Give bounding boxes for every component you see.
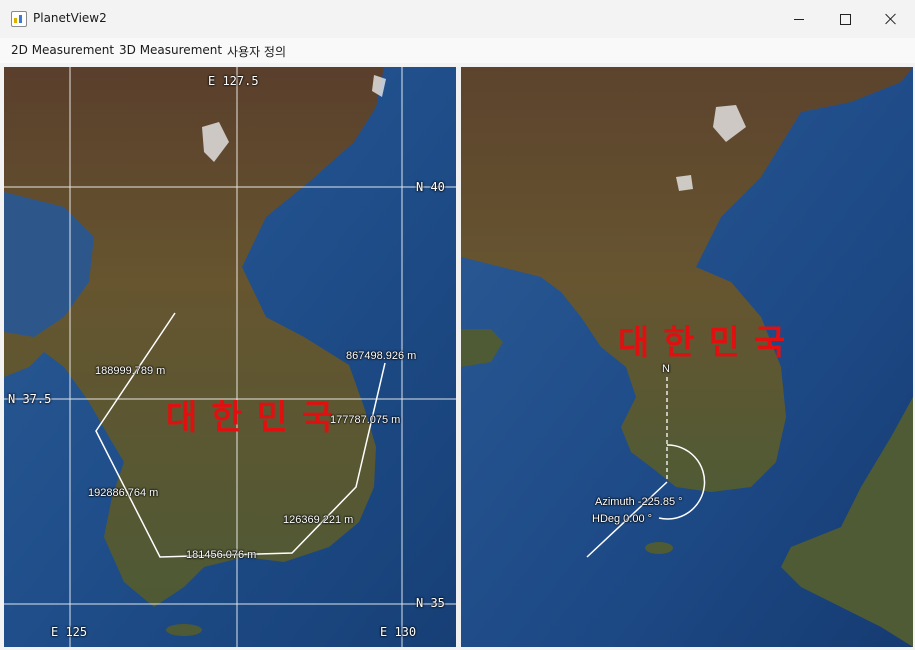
close-button[interactable] [868, 0, 914, 38]
island [166, 624, 202, 636]
measurement-label: 181456.076 m [186, 549, 257, 561]
country-label: 대한민국 [166, 398, 348, 438]
measurement-label: 192886.764 m [88, 487, 159, 499]
azimuth-label: Azimuth -225.85 ° [595, 496, 683, 508]
menu-3d-measurement[interactable]: 3D Measurement [119, 43, 222, 57]
snow-patch-2 [676, 175, 693, 191]
close-icon [885, 13, 897, 25]
title-bar: PlanetView2 [0, 0, 915, 39]
app-icon [11, 11, 27, 27]
menu-2d-measurement[interactable]: 2D Measurement [11, 43, 114, 57]
north-marker-label: N [662, 363, 670, 375]
minimize-icon [794, 18, 804, 20]
grid-label-lon-top: E 127.5 [208, 74, 259, 88]
island [645, 542, 673, 554]
grid-label-lon-125: E 125 [51, 625, 88, 639]
measurement-label: 867498.926 m [346, 350, 417, 362]
grid-label-lat-35: N 35 [416, 596, 445, 610]
country-label: 대한민국 [618, 323, 800, 363]
hdeg-label: HDeg 0.00 ° [592, 513, 653, 525]
map-3d-panel[interactable]: 대한민국 N Azimuth -225.85 ° HDeg 0.00 ° [461, 67, 913, 647]
menu-custom[interactable]: 사용자 정의 [227, 43, 286, 60]
maximize-button[interactable] [822, 0, 868, 38]
measurement-label: 177787.075 m [330, 414, 401, 426]
menu-bar: 2D Measurement 3D Measurement 사용자 정의 [0, 38, 915, 63]
maximize-icon [839, 13, 851, 25]
grid-label-lat-37-5: N 37.5 [8, 392, 52, 406]
grid-label-lat-40: N 40 [416, 180, 445, 194]
minimize-button[interactable] [776, 0, 822, 38]
measurement-label: 126369.221 m [283, 514, 354, 526]
window-title: PlanetView2 [33, 11, 107, 25]
grid-label-lon-130: E 130 [380, 625, 417, 639]
map-2d-panel[interactable]: E 127.5 N 40 N 37.5 N 35 E 125 E 130 대한민… [4, 67, 456, 647]
measurement-label: 188999.789 m [95, 365, 166, 377]
